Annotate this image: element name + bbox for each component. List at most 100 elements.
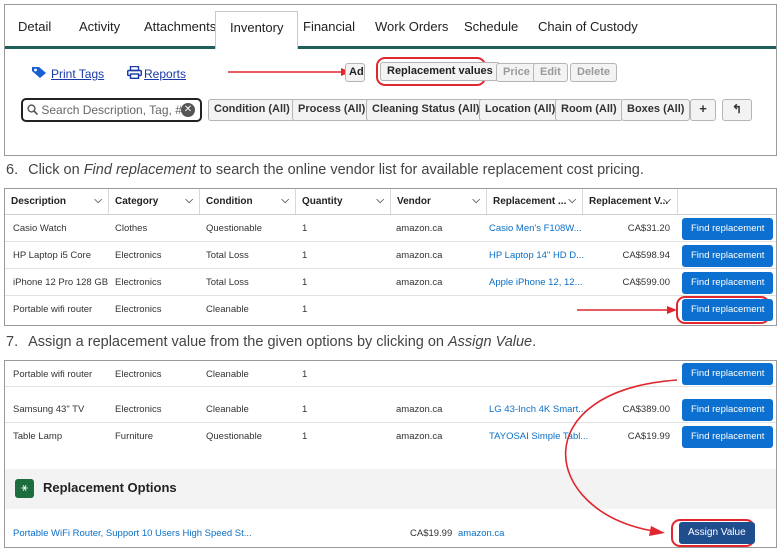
- cell-quantity: 1: [302, 304, 308, 315]
- cell-replacement-value: CA$598.94: [622, 250, 670, 261]
- filter-location[interactable]: Location (All): [479, 99, 562, 121]
- search-input[interactable]: Search Description, Tag, #... ✕: [21, 98, 202, 122]
- cell-replacement-link[interactable]: Apple iPhone 12, 12...: [489, 277, 583, 288]
- replacement-options-icon: ⚹: [15, 479, 34, 498]
- cell-quantity: 1: [302, 404, 308, 415]
- cell-quantity: 1: [302, 369, 308, 380]
- option-vendor[interactable]: amazon.ca: [458, 528, 504, 539]
- tab-schedule[interactable]: Schedule: [464, 19, 518, 34]
- printer-icon: [127, 66, 142, 79]
- table-row: Table Lamp Furniture Questionable 1 amaz…: [5, 423, 776, 451]
- cell-vendor: amazon.ca: [396, 250, 443, 261]
- edit-button[interactable]: Edit: [533, 63, 568, 82]
- cell-replacement-link[interactable]: TAYOSAI Simple Tabl...: [489, 431, 588, 442]
- tab-financial[interactable]: Financial: [303, 19, 355, 34]
- cell-category: Electronics: [115, 277, 162, 288]
- table-row: iPhone 12 Pro 128 GB Electronics Total L…: [5, 269, 776, 296]
- cell-quantity: 1: [302, 223, 308, 234]
- cell-replacement-value: CA$31.20: [627, 223, 670, 234]
- find-replacement-button[interactable]: Find replacement: [682, 299, 774, 321]
- chevron-down-icon: ⌵: [472, 195, 480, 206]
- option-item-link[interactable]: Portable WiFi Router, Support 10 Users H…: [13, 528, 252, 539]
- table-row: Portable wifi router Electronics Cleanab…: [5, 361, 776, 387]
- find-replacement-button[interactable]: Find replacement: [682, 399, 774, 421]
- step-7-emphasis: Assign Value: [448, 334, 533, 350]
- cell-category: Electronics: [115, 369, 162, 380]
- column-vendor[interactable]: Vendor ⌵: [391, 189, 487, 214]
- cell-vendor: amazon.ca: [396, 431, 443, 442]
- cell-description: Table Lamp: [13, 431, 63, 442]
- column-replacement-value[interactable]: Replacement V... ⌵: [583, 189, 678, 214]
- chevron-down-icon: ⌵: [281, 195, 289, 206]
- column-description[interactable]: Description ⌵: [5, 189, 109, 214]
- cell-condition: Total Loss: [206, 250, 249, 261]
- filter-cleaning-status[interactable]: Cleaning Status (All): [366, 99, 486, 121]
- filter-room[interactable]: Room (All): [555, 99, 623, 121]
- tab-detail[interactable]: Detail: [18, 19, 51, 34]
- cell-description: Portable wifi router: [13, 369, 93, 380]
- cell-replacement-value: CA$599.00: [622, 277, 670, 288]
- cell-description: HP Laptop i5 Core: [13, 250, 91, 261]
- cell-description: Portable wifi router: [13, 304, 93, 315]
- column-quantity[interactable]: Quantity ⌵: [296, 189, 391, 214]
- cell-condition: Total Loss: [206, 277, 249, 288]
- find-replacement-button[interactable]: Find replacement: [682, 218, 774, 240]
- chevron-down-icon: ⌵: [185, 195, 193, 206]
- add-button[interactable]: Add: [345, 63, 365, 82]
- cell-condition: Questionable: [206, 431, 262, 442]
- option-price: CA$19.99: [410, 528, 453, 539]
- undo-icon[interactable]: ↰: [722, 99, 752, 121]
- step-6-number: 6.: [6, 162, 19, 178]
- column-replacement-item[interactable]: Replacement ... ⌵: [487, 189, 583, 214]
- replacement-values-button[interactable]: Replacement values: [380, 62, 500, 81]
- cell-description: Casio Watch: [13, 223, 67, 234]
- cell-quantity: 1: [302, 431, 308, 442]
- tab-inventory[interactable]: Inventory: [215, 11, 299, 49]
- replacement-options-header: ⚹ Replacement Options: [5, 469, 776, 509]
- clear-search-icon[interactable]: ✕: [181, 103, 195, 117]
- cell-replacement-value: CA$389.00: [622, 404, 670, 415]
- cell-replacement-link[interactable]: LG 43-Inch 4K Smart...: [489, 404, 586, 415]
- cell-category: Electronics: [115, 404, 162, 415]
- cell-vendor: amazon.ca: [396, 277, 443, 288]
- table-row: Casio Watch Clothes Questionable 1 amazo…: [5, 215, 776, 242]
- delete-button[interactable]: Delete: [570, 63, 618, 82]
- column-condition[interactable]: Condition ⌵: [200, 189, 296, 214]
- find-replacement-button[interactable]: Find replacement: [682, 426, 774, 448]
- filter-process[interactable]: Process (All): [292, 99, 372, 121]
- table-row: Samsung 43" TV Electronics Cleanable 1 a…: [5, 396, 776, 423]
- replacement-option-row: Portable WiFi Router, Support 10 Users H…: [5, 519, 776, 547]
- filter-boxes[interactable]: Boxes (All): [621, 99, 691, 121]
- cell-replacement-link[interactable]: Casio Men's F108W...: [489, 223, 582, 234]
- filter-condition[interactable]: Condition (All): [208, 99, 296, 121]
- cell-condition: Cleanable: [206, 369, 249, 380]
- cell-replacement-value: CA$19.99: [627, 431, 670, 442]
- cell-description: iPhone 12 Pro 128 GB: [13, 277, 109, 288]
- tab-work-orders[interactable]: Work Orders: [375, 19, 448, 34]
- step-7-text: 7. Assign a replacement value from the gi…: [6, 334, 536, 350]
- cell-replacement-link[interactable]: HP Laptop 14" HD D...: [489, 250, 584, 261]
- tab-attachments[interactable]: Attachments: [144, 19, 216, 34]
- print-tags-link[interactable]: Print Tags: [51, 67, 104, 81]
- price-button[interactable]: Price: [496, 63, 537, 82]
- find-replacement-button[interactable]: Find replacement: [682, 245, 774, 267]
- tab-chain-of-custody[interactable]: Chain of Custody: [538, 19, 638, 34]
- cell-description: Samsung 43" TV: [13, 404, 85, 415]
- cell-quantity: 1: [302, 250, 308, 261]
- replacement-options-panel: Portable wifi router Electronics Cleanab…: [4, 360, 777, 548]
- step-6-pre: Click on: [28, 162, 84, 178]
- find-replacement-button[interactable]: Find replacement: [682, 363, 774, 385]
- column-category[interactable]: Category ⌵: [109, 189, 200, 214]
- search-placeholder: Search Description, Tag, #...: [41, 103, 192, 117]
- step-6-text: 6. Click on Find replacement to search th…: [6, 162, 644, 178]
- tab-bar: Detail Activity Attachments Inventory Fi…: [5, 5, 776, 49]
- chevron-down-icon: ⌵: [376, 195, 384, 206]
- step-6-post: to search the online vendor list for ava…: [195, 162, 644, 178]
- table-header: Description ⌵ Category ⌵ Condition ⌵ Quanti…: [5, 189, 776, 215]
- find-replacement-button[interactable]: Find replacement: [682, 272, 774, 294]
- tab-activity[interactable]: Activity: [79, 19, 120, 34]
- assign-value-button[interactable]: Assign Value: [679, 522, 755, 544]
- cell-category: Clothes: [115, 223, 148, 234]
- reports-link[interactable]: Reports: [144, 67, 186, 81]
- add-filter-icon[interactable]: +: [690, 99, 716, 121]
